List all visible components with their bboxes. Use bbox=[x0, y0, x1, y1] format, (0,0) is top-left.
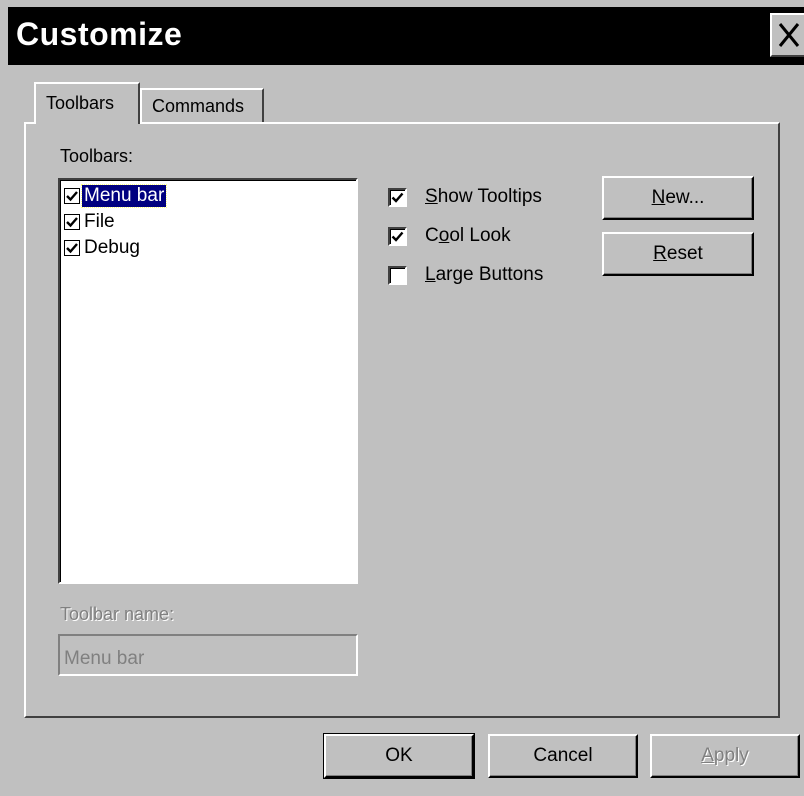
list-item-checkbox[interactable] bbox=[64, 240, 80, 256]
large-buttons-option[interactable]: Large Buttons bbox=[388, 264, 543, 286]
new-button-label: New... bbox=[651, 187, 705, 208]
toolbar-name-field[interactable] bbox=[58, 634, 358, 676]
list-item-checkbox[interactable] bbox=[64, 188, 80, 204]
new-button[interactable]: New... bbox=[602, 176, 754, 220]
large-buttons-checkbox[interactable] bbox=[388, 265, 407, 285]
list-item-file[interactable]: File bbox=[64, 210, 354, 234]
list-item-debug[interactable]: Debug bbox=[64, 236, 354, 260]
check-icon bbox=[66, 217, 78, 228]
cool-look-label: Cool Look bbox=[425, 225, 511, 246]
tab-commands[interactable]: Commands bbox=[140, 88, 264, 122]
show-tooltips-option[interactable]: Show Tooltips bbox=[388, 186, 542, 208]
list-item-label: Menu bar bbox=[80, 184, 168, 208]
large-buttons-label: Large Buttons bbox=[425, 264, 544, 285]
show-tooltips-checkbox[interactable] bbox=[388, 187, 407, 207]
check-icon bbox=[66, 243, 78, 254]
tab-toolbars[interactable]: Toolbars bbox=[34, 82, 140, 128]
reset-button-label: Reset bbox=[653, 243, 703, 264]
title-bar: Customize bbox=[8, 7, 804, 65]
apply-button-label: Apply bbox=[701, 745, 749, 766]
cool-look-option[interactable]: Cool Look bbox=[388, 225, 511, 247]
window-title: Customize bbox=[16, 16, 183, 52]
ok-button-label: OK bbox=[385, 745, 413, 766]
tab-toolbars-label: Toolbars bbox=[46, 93, 115, 113]
tab-commands-label: Commands bbox=[152, 96, 245, 116]
list-item-checkbox[interactable] bbox=[64, 214, 80, 230]
toolbar-name-label: Toolbar name: bbox=[60, 604, 175, 624]
cancel-button-label: Cancel bbox=[533, 745, 593, 766]
list-item-label: File bbox=[84, 211, 115, 232]
toolbars-list-label: Toolbars: bbox=[60, 146, 134, 166]
close-button[interactable] bbox=[770, 13, 804, 57]
check-icon bbox=[391, 231, 404, 242]
apply-button[interactable]: Apply bbox=[650, 734, 800, 778]
reset-button[interactable]: Reset bbox=[602, 232, 754, 276]
customize-dialog: Customize Toolbars Commands Toolbars: Me… bbox=[0, 0, 804, 796]
cool-look-checkbox[interactable] bbox=[388, 226, 407, 246]
show-tooltips-label: Show Tooltips bbox=[425, 186, 542, 207]
ok-button[interactable]: OK bbox=[323, 733, 475, 779]
check-icon bbox=[66, 191, 78, 202]
check-icon bbox=[391, 192, 404, 203]
toolbars-listbox[interactable]: Menu bar File Debug bbox=[58, 178, 358, 584]
list-item-menu-bar[interactable]: Menu bar bbox=[64, 184, 354, 208]
close-icon bbox=[778, 23, 800, 47]
cancel-button[interactable]: Cancel bbox=[488, 734, 638, 778]
list-item-label: Debug bbox=[84, 237, 140, 258]
